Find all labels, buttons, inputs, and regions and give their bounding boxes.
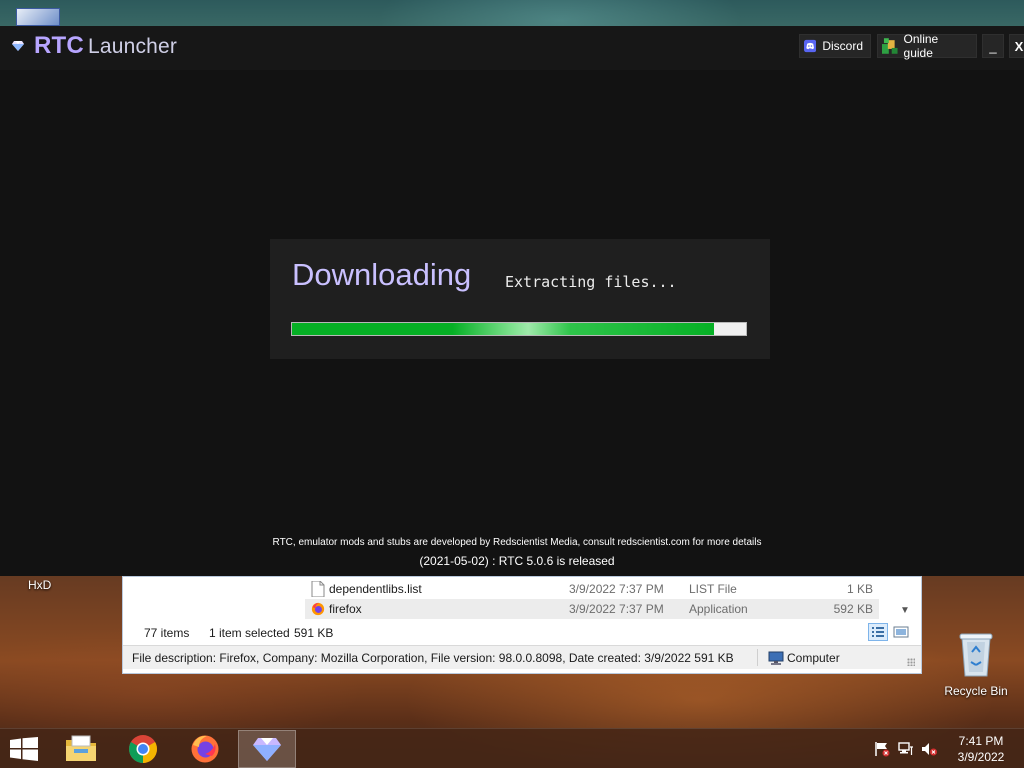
computer-icon (768, 651, 784, 665)
file-description: File description: Firefox, Company: Mozi… (132, 651, 734, 665)
minimize-button[interactable]: _ (982, 34, 1004, 58)
file-details-bar: File description: Firefox, Company: Mozi… (123, 645, 921, 669)
file-name: dependentlibs.list (329, 582, 422, 596)
taskbar-file-explorer[interactable] (52, 730, 110, 768)
file-row-selected[interactable]: firefox 3/9/2022 7:37 PM Application 592… (305, 599, 879, 619)
taskbar-chrome[interactable] (114, 730, 172, 768)
location-label: Computer (787, 651, 840, 665)
selection-count: 1 item selected (209, 626, 290, 640)
file-row[interactable]: dependentlibs.list 3/9/2022 7:37 PM LIST… (305, 579, 879, 599)
chrome-icon (129, 735, 157, 763)
action-center-flag-icon[interactable] (873, 741, 891, 757)
network-icon[interactable] (897, 741, 915, 757)
recycle-bin-icon (959, 633, 993, 677)
desktop-icon-hxd-label[interactable]: HxD (28, 578, 51, 592)
large-icons-view-icon (893, 626, 909, 638)
clock-time: 7:41 PM (958, 734, 1004, 748)
rtc-launcher-window: RTC Launcher Discord Online guide _ X Do… (0, 26, 1024, 576)
minimize-label: _ (989, 38, 997, 54)
download-progress-bar (291, 322, 747, 336)
online-guide-label: Online guide (903, 32, 939, 60)
file-type: LIST File (689, 582, 737, 596)
system-clock[interactable]: 7:41 PM 3/9/2022 (944, 733, 1018, 765)
rtc-diamond-icon (12, 41, 24, 51)
taskbar: 7:41 PM 3/9/2022 (0, 728, 1024, 768)
file-size: 1 KB (846, 582, 873, 596)
recycle-bin-label: Recycle Bin (944, 684, 1008, 698)
document-file-icon (311, 581, 325, 597)
download-heading: Downloading (292, 257, 472, 292)
desktop-icon-recycle-bin[interactable]: Recycle Bin (940, 630, 1012, 698)
credits-text: RTC, emulator mods and stubs are develop… (272, 537, 762, 548)
details-view-icon (872, 627, 884, 637)
firefox-file-icon (311, 602, 325, 616)
file-name: firefox (329, 602, 362, 616)
status-separator (757, 649, 758, 666)
download-panel: Downloading Extracting files... (270, 239, 770, 359)
windows-logo-icon (10, 737, 38, 761)
file-type: Application (689, 602, 748, 616)
guide-icon (882, 38, 898, 54)
selection-size: 591 KB (294, 626, 334, 640)
online-guide-button[interactable]: Online guide (877, 32, 977, 60)
file-date: 3/9/2022 7:37 PM (569, 602, 664, 616)
release-news: (2021-05-02) : RTC 5.0.6 is released (419, 554, 615, 568)
large-icons-view-button[interactable] (891, 623, 911, 641)
desktop-shortcut-icon[interactable] (16, 8, 60, 26)
item-count: 77 items (144, 626, 190, 640)
firefox-icon (191, 735, 219, 763)
file-date: 3/9/2022 7:37 PM (569, 582, 664, 596)
download-progress-fill (292, 323, 715, 335)
close-button[interactable]: X (1009, 34, 1024, 58)
volume-muted-icon[interactable] (920, 741, 938, 757)
launcher-title: RTC Launcher (34, 32, 177, 60)
resize-grip-icon[interactable] (907, 658, 915, 666)
launcher-brand: RTC (34, 32, 84, 59)
download-status: Extracting files... (505, 273, 677, 291)
start-button[interactable] (0, 729, 48, 768)
clock-date: 3/9/2022 (957, 750, 1005, 764)
rtc-launcher-icon (253, 738, 281, 761)
discord-label: Discord (822, 39, 863, 53)
scroll-down-arrow-icon[interactable]: ▼ (900, 605, 910, 616)
launcher-title-text: Launcher (87, 35, 178, 58)
discord-icon (804, 39, 817, 53)
taskbar-rtc-launcher[interactable] (238, 730, 296, 768)
file-size: 592 KB (833, 602, 873, 616)
launcher-header: RTC Launcher Discord Online guide _ X (0, 26, 1024, 70)
close-label: X (1014, 38, 1024, 54)
file-explorer-window: dependentlibs.list 3/9/2022 7:37 PM LIST… (122, 576, 922, 674)
discord-button[interactable]: Discord (799, 34, 871, 58)
taskbar-firefox[interactable] (176, 730, 234, 768)
file-explorer-icon (66, 735, 96, 761)
explorer-status-bar: 77 items 1 item selected 591 KB (123, 621, 921, 643)
details-view-button[interactable] (868, 623, 888, 641)
